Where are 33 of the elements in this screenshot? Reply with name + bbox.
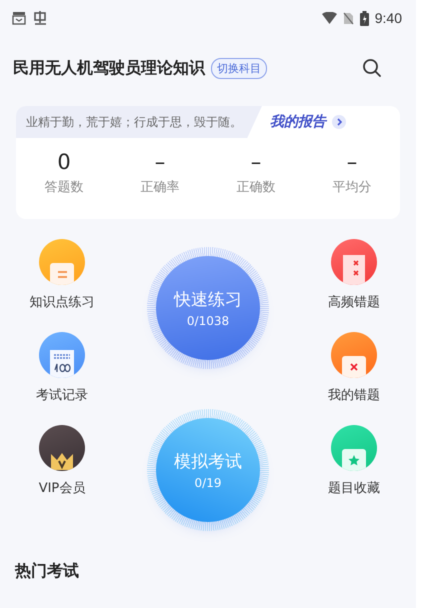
shortcut-label[interactable]: 题目收藏	[328, 479, 380, 497]
no-sim-icon	[342, 12, 354, 24]
section-title: 热门考试	[15, 561, 80, 582]
battery-icon	[360, 10, 369, 26]
shortcut-label[interactable]: 考试记录	[36, 386, 88, 404]
motto-text: 业精于勤，荒于嬉；行成于思，毁于随。	[26, 114, 242, 130]
wifi-icon	[322, 12, 337, 24]
notification-icon	[12, 11, 26, 25]
quick-practice-button[interactable]: 快速练习 0/1038	[156, 256, 260, 360]
stat-value: –	[346, 150, 358, 174]
crossed-notebook-icon[interactable]	[331, 239, 377, 285]
shortcut-label[interactable]: 高频错题	[328, 293, 380, 311]
stat-label: 正确率	[140, 179, 180, 196]
crown-icon[interactable]	[38, 425, 85, 471]
stat-value: 0	[57, 150, 71, 174]
stat-label: 答题数	[44, 179, 84, 196]
chevron-icon[interactable]	[332, 115, 346, 129]
star-folder-icon[interactable]	[331, 425, 377, 471]
bug-icon	[32, 10, 48, 26]
search-icon[interactable]	[362, 58, 382, 78]
page-title: 民用无人机驾驶员理论知识	[13, 58, 205, 78]
stat-label: 正确数	[236, 179, 276, 196]
crossed-folder-icon[interactable]	[331, 332, 377, 378]
shortcut-label[interactable]: 知识点练习	[30, 293, 94, 311]
switch-subject-button[interactable]: 切换科目	[211, 58, 267, 78]
notepad-icon[interactable]	[39, 332, 85, 378]
stat-label: 平均分	[332, 179, 372, 196]
shortcut-label[interactable]: VIP会员	[38, 479, 86, 497]
shortcut-label[interactable]: 我的错题	[328, 386, 380, 404]
stat-value: –	[250, 150, 262, 174]
report-link[interactable]: 我的报告	[270, 113, 326, 131]
stat-value: –	[154, 150, 166, 174]
clock-time: 9:40	[374, 10, 402, 26]
